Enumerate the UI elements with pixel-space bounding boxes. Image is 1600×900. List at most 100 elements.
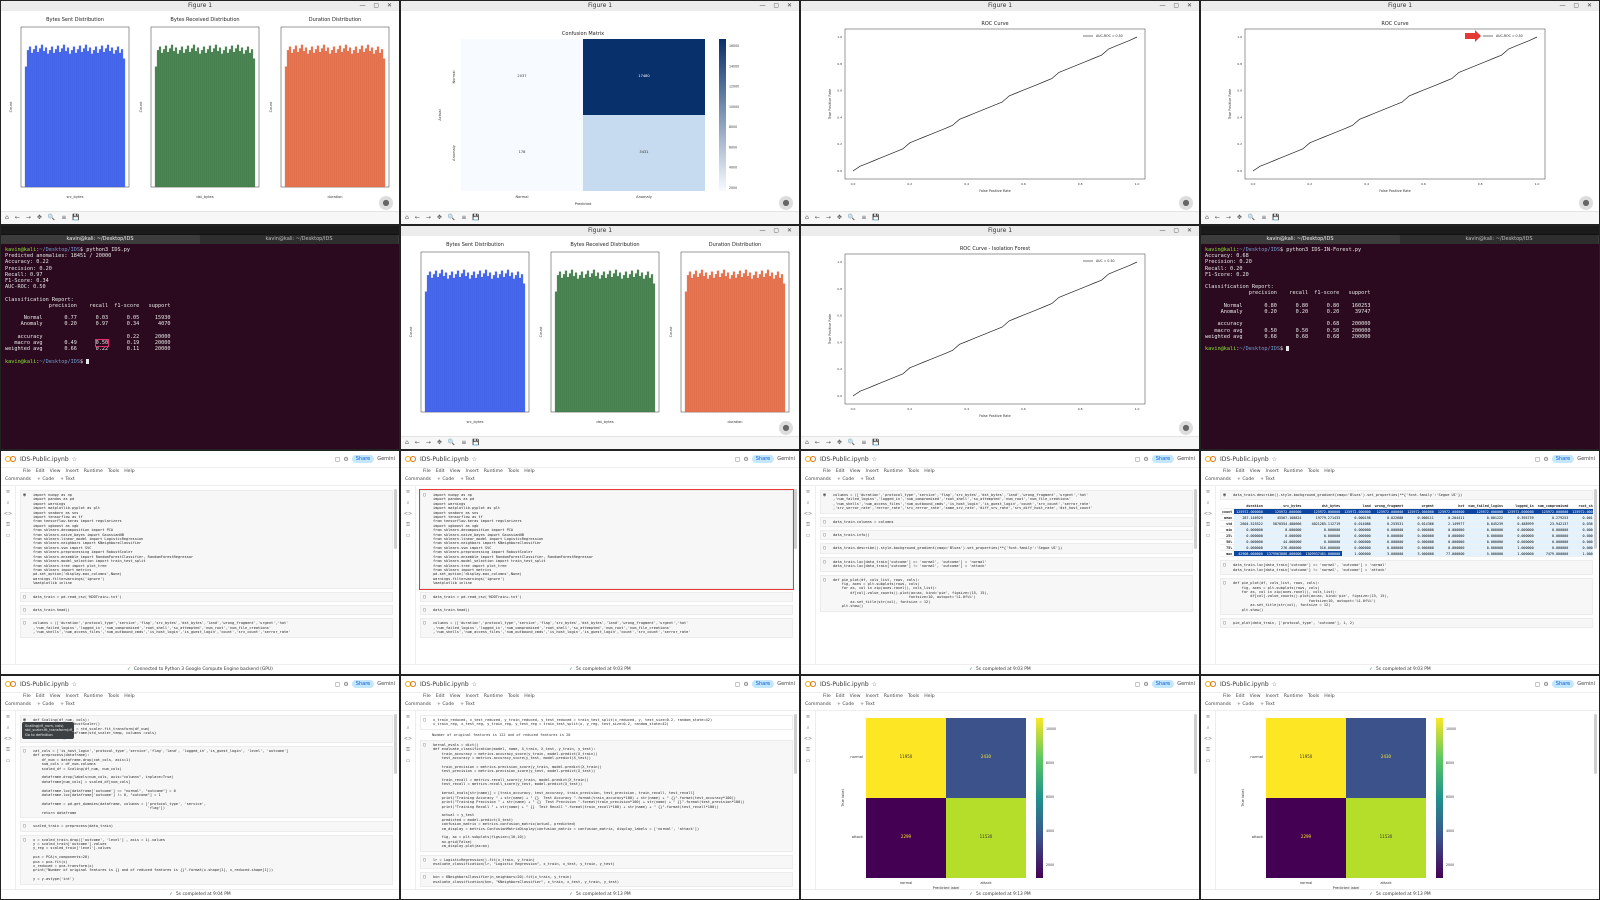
menu-view[interactable]: View: [1250, 468, 1261, 475]
menu-help[interactable]: Help: [124, 693, 134, 700]
settings-icon[interactable]: ⚙: [743, 681, 748, 688]
settings-icon[interactable]: ⚙: [1143, 681, 1148, 688]
menu-edit[interactable]: Edit: [836, 468, 845, 475]
menu-file[interactable]: File: [823, 693, 831, 700]
code-cell[interactable]: ▢ cat_cols = ['is_host_login','protocol_t…: [20, 746, 393, 819]
search-icon[interactable]: ⌕: [807, 725, 810, 731]
run-cell-icon[interactable]: ▢: [423, 594, 426, 600]
figure-toolbar[interactable]: ⌂ ← → ✥ 🔍 ≡ 💾: [1201, 211, 1599, 224]
run-cell-icon[interactable]: ▢: [23, 748, 26, 754]
terminal-output[interactable]: kavin@kali:~/Desktop/IDS$ python3 IDS-IN…: [1201, 244, 1599, 355]
notebook-title[interactable]: IDS-Public.ipynb: [20, 681, 69, 688]
commands-button[interactable]: Commands: [405, 700, 431, 710]
menu-view[interactable]: View: [850, 468, 861, 475]
code-cell[interactable]: ◉ columns = (['duration','protocol_type',…: [820, 490, 1193, 514]
settings-icon[interactable]: ⚙: [1143, 456, 1148, 463]
share-button[interactable]: Share: [1151, 455, 1175, 463]
scrollbar[interactable]: [1594, 714, 1597, 774]
code-cell[interactable]: ▢ data_train = pd.read_csv('KDDTrain+.txt…: [20, 591, 393, 602]
folder-icon[interactable]: ▭: [806, 533, 811, 539]
gemini-button[interactable]: Gemini: [777, 681, 795, 687]
menu-tools[interactable]: Tools: [908, 468, 919, 475]
run-cell-icon[interactable]: ▢: [423, 875, 426, 881]
add-text-button[interactable]: + Text: [1260, 700, 1275, 710]
menu-edit[interactable]: Edit: [1236, 693, 1245, 700]
code-cell[interactable]: ▢ def pie_plot(df, cols_list, rows, cols)…: [1220, 578, 1593, 616]
menu-file[interactable]: File: [423, 693, 431, 700]
add-text-button[interactable]: + Text: [60, 700, 75, 710]
code-icon[interactable]: <>: [4, 511, 12, 517]
folder-icon[interactable]: ▭: [406, 758, 411, 764]
toc-icon[interactable]: ≡: [6, 714, 10, 720]
folder-icon[interactable]: ▭: [1206, 758, 1211, 764]
search-icon[interactable]: ⌕: [7, 725, 10, 731]
terminal-tab[interactable]: kavin@kali: ~/Desktop/IDS: [1, 235, 200, 244]
run-cell-icon[interactable]: ▢: [1223, 563, 1226, 569]
menu-help[interactable]: Help: [124, 468, 134, 475]
menu-runtime[interactable]: Runtime: [1284, 468, 1303, 475]
menu-insert[interactable]: Insert: [466, 693, 479, 700]
run-cell-icon[interactable]: ▢: [423, 742, 426, 748]
folder-icon[interactable]: ▭: [806, 758, 811, 764]
menu-help[interactable]: Help: [924, 693, 934, 700]
code-icon[interactable]: <>: [1204, 736, 1212, 742]
share-button[interactable]: Share: [1551, 455, 1575, 463]
action-icon[interactable]: ●: [779, 421, 793, 435]
comment-icon[interactable]: ▢: [1535, 681, 1541, 688]
menu-runtime[interactable]: Runtime: [484, 468, 503, 475]
run-cell-icon[interactable]: ▢: [823, 559, 826, 565]
notebook-title[interactable]: IDS-Public.ipynb: [1220, 456, 1269, 463]
menu-runtime[interactable]: Runtime: [484, 693, 503, 700]
menu-edit[interactable]: Edit: [36, 468, 45, 475]
gemini-button[interactable]: Gemini: [1577, 456, 1595, 462]
menu-file[interactable]: File: [423, 468, 431, 475]
menu-help[interactable]: Help: [524, 693, 534, 700]
code-cell[interactable]: ▢ scaled_train = preprocess(data_train): [20, 821, 393, 832]
add-code-button[interactable]: + Code: [37, 475, 54, 485]
gemini-button[interactable]: Gemini: [377, 681, 395, 687]
menu-file[interactable]: File: [823, 468, 831, 475]
run-cell-icon[interactable]: ◉: [1223, 492, 1226, 498]
toc-icon[interactable]: ≡: [406, 714, 410, 720]
code-cell[interactable]: ▢ pie_plot(data_train, ['protocol_type', …: [1220, 618, 1593, 629]
window-controls[interactable]: — ▢ ✕: [759, 1, 795, 11]
menu-help[interactable]: Help: [924, 468, 934, 475]
menu-insert[interactable]: Insert: [1266, 693, 1279, 700]
code-cell[interactable]: ▢ knn = KNeighborsClassifier(n_neighbors=…: [420, 872, 793, 888]
run-cell-icon[interactable]: ▢: [23, 823, 26, 829]
scrollbar[interactable]: [794, 489, 797, 549]
comment-icon[interactable]: ▢: [1135, 681, 1141, 688]
commands-button[interactable]: Commands: [1205, 475, 1231, 485]
scrollbar[interactable]: [1194, 489, 1197, 549]
terminal-tab[interactable]: kavin@kali: ~/Desktop/IDS: [200, 235, 399, 244]
gemini-button[interactable]: Gemini: [377, 456, 395, 462]
run-cell-icon[interactable]: ◉: [23, 492, 26, 498]
settings-icon[interactable]: ⚙: [343, 681, 348, 688]
share-button[interactable]: Share: [751, 680, 775, 688]
star-icon[interactable]: ☆: [72, 681, 77, 688]
menu-tools[interactable]: Tools: [1308, 693, 1319, 700]
star-icon[interactable]: ☆: [1272, 681, 1277, 688]
menu-insert[interactable]: Insert: [866, 468, 879, 475]
add-text-button[interactable]: + Text: [860, 475, 875, 485]
add-code-button[interactable]: + Code: [437, 700, 454, 710]
menu-runtime[interactable]: Runtime: [84, 693, 103, 700]
run-cell-icon[interactable]: ▢: [423, 857, 426, 863]
code-cell[interactable]: ▢ data_train.info(): [820, 530, 1193, 541]
window-controls[interactable]: — ▢ ✕: [759, 226, 795, 236]
run-cell-icon[interactable]: ▢: [1223, 620, 1226, 626]
menu-edit[interactable]: Edit: [36, 693, 45, 700]
code-cell[interactable]: ▢ data_train.columns = columns: [820, 516, 1193, 528]
notebook-title[interactable]: IDS-Public.ipynb: [20, 456, 69, 463]
run-cell-icon[interactable]: ▢: [823, 546, 826, 552]
menu-help[interactable]: Help: [524, 468, 534, 475]
settings-icon[interactable]: ⚙: [743, 456, 748, 463]
menu-tools[interactable]: Tools: [908, 693, 919, 700]
gemini-button[interactable]: Gemini: [1177, 456, 1195, 462]
scrollbar[interactable]: [394, 714, 397, 774]
toc-icon[interactable]: ≡: [806, 489, 810, 495]
menu-runtime[interactable]: Runtime: [884, 468, 903, 475]
search-icon[interactable]: ⌕: [1207, 725, 1210, 731]
run-cell-icon[interactable]: ▢: [823, 519, 826, 525]
run-cell-icon[interactable]: ▢: [423, 621, 426, 627]
